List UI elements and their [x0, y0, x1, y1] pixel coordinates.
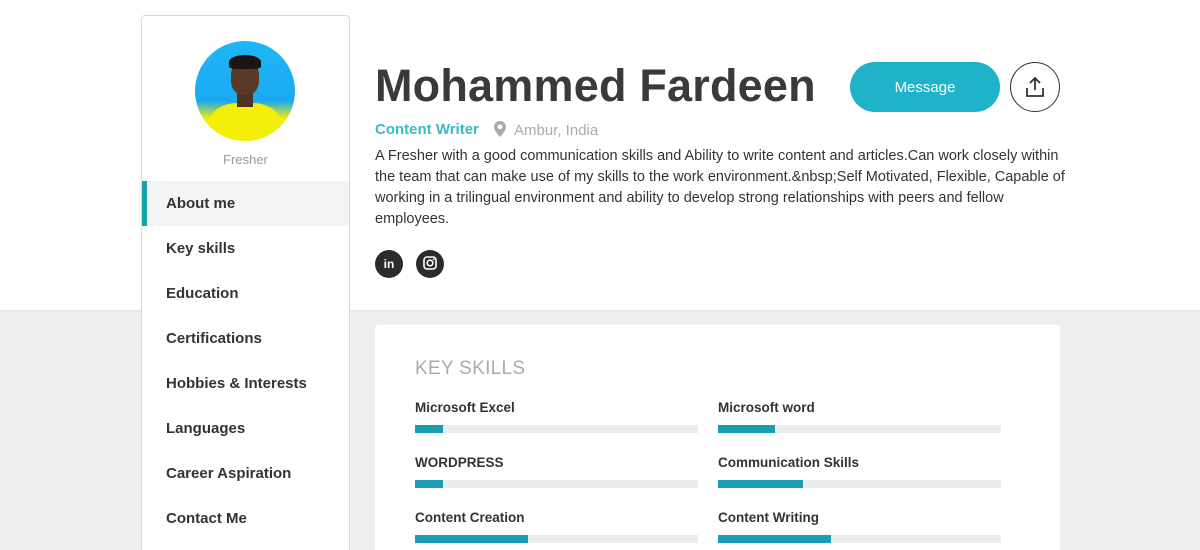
skill-bar-fill — [718, 535, 832, 543]
skill-bar — [718, 480, 1001, 488]
skill-bar — [718, 535, 1001, 543]
skill-item: Microsoft Excel — [415, 400, 698, 433]
skill-item: Content Creation — [415, 510, 698, 543]
profile-sidebar: Fresher About me Key skills Education Ce… — [141, 15, 350, 550]
key-skills-card: KEY SKILLS Microsoft Excel Microsoft wor… — [375, 325, 1060, 550]
skill-bar-fill — [718, 425, 775, 433]
skill-label: Communication Skills — [718, 455, 860, 470]
linkedin-icon[interactable]: in — [375, 250, 403, 278]
skill-item: Communication Skills — [718, 455, 1001, 488]
location-text: Ambur, India — [514, 122, 599, 139]
sidebar-nav: About me Key skills Education Certificat… — [142, 181, 349, 541]
skill-item: WORDPRESS — [415, 455, 698, 488]
share-icon — [1026, 76, 1044, 97]
sidebar-item-hobbies[interactable]: Hobbies & Interests — [142, 361, 349, 406]
share-button[interactable] — [1010, 62, 1060, 112]
profile-name: Mohammed Fardeen — [375, 60, 816, 111]
sidebar-item-contact-me[interactable]: Contact Me — [142, 496, 349, 541]
sidebar-item-education[interactable]: Education — [142, 271, 349, 316]
skill-bar — [718, 425, 1001, 433]
skill-bar-fill — [415, 425, 444, 433]
skill-label: Content Writing — [718, 510, 819, 525]
profile-status: Fresher — [223, 152, 268, 167]
skill-item: Content Writing — [718, 510, 1001, 543]
message-button[interactable]: Message — [850, 62, 1000, 112]
sidebar-item-career-aspiration[interactable]: Career Aspiration — [142, 451, 349, 496]
skill-label: WORDPRESS — [415, 455, 504, 470]
skill-label: Microsoft word — [718, 400, 815, 415]
skill-bar — [415, 535, 698, 543]
skill-bar-fill — [718, 480, 803, 488]
sidebar-item-about-me[interactable]: About me — [142, 181, 349, 226]
instagram-icon[interactable] — [416, 250, 444, 278]
skill-bar-fill — [415, 535, 529, 543]
sidebar-item-languages[interactable]: Languages — [142, 406, 349, 451]
profile-location: Ambur, India — [494, 121, 598, 141]
skill-item: Microsoft word — [718, 400, 1001, 433]
skill-label: Microsoft Excel — [415, 400, 515, 415]
location-pin-icon — [494, 121, 510, 141]
sidebar-item-key-skills[interactable]: Key skills — [142, 226, 349, 271]
key-skills-title: KEY SKILLS — [415, 358, 526, 379]
profile-bio: A Fresher with a good communication skil… — [375, 148, 1065, 227]
avatar — [195, 41, 295, 141]
profile-role: Content Writer — [375, 121, 479, 138]
skill-bar — [415, 480, 698, 488]
skill-label: Content Creation — [415, 510, 525, 525]
skill-bar — [415, 425, 698, 433]
sidebar-item-certifications[interactable]: Certifications — [142, 316, 349, 361]
skill-bar-fill — [415, 480, 444, 488]
